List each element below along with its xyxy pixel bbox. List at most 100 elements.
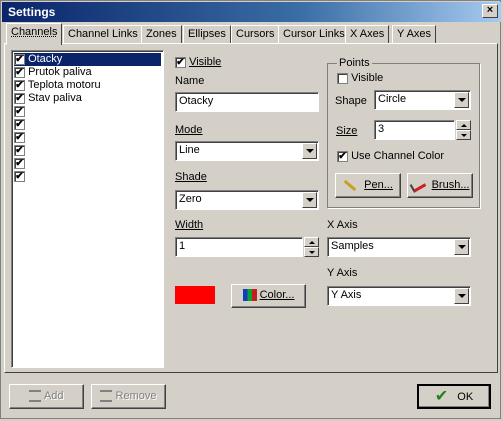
shape-select[interactable]: Circle bbox=[374, 90, 471, 110]
tab-ellipses[interactable]: Ellipses bbox=[183, 25, 231, 44]
brush-button[interactable]: Brush... bbox=[407, 173, 473, 198]
pen-button[interactable]: Pen... bbox=[335, 173, 401, 198]
tab-label: Y Axes bbox=[397, 28, 432, 40]
color-button[interactable]: Color... bbox=[231, 284, 306, 308]
y-axis-value: Y Axis bbox=[331, 289, 362, 301]
checkbox[interactable]: ✔ bbox=[14, 105, 25, 117]
check-icon: ✔ bbox=[15, 105, 24, 117]
list-item[interactable]: ✔ Prutok paliva bbox=[14, 66, 92, 79]
check-icon: ✔ bbox=[15, 157, 24, 169]
checkbox[interactable]: ✔ bbox=[14, 170, 25, 182]
list-item[interactable]: ✔ Stav paliva bbox=[14, 92, 82, 105]
list-item-label: Stav paliva bbox=[28, 92, 82, 104]
shape-label: Shape bbox=[335, 95, 367, 107]
width-label: Width bbox=[175, 219, 204, 231]
tab-label: Cursor Links bbox=[283, 28, 345, 40]
check-icon: ✔ bbox=[176, 56, 185, 68]
tab-y-axes[interactable]: Y Axes bbox=[392, 25, 437, 44]
list-item-label: Otacky bbox=[28, 53, 63, 65]
list-item[interactable]: ✔ bbox=[14, 144, 25, 157]
title-bar[interactable]: Settings × bbox=[2, 2, 501, 22]
width-input[interactable]: 1 bbox=[175, 237, 303, 257]
checkbox[interactable]: ✔ bbox=[14, 131, 25, 143]
mode-select[interactable]: Line bbox=[175, 141, 319, 161]
size-label: Size bbox=[336, 125, 358, 137]
pencil-icon bbox=[343, 179, 357, 191]
x-axis-select[interactable]: Samples bbox=[327, 237, 471, 257]
list-item[interactable]: ✔ Teplota motoru bbox=[14, 79, 101, 92]
list-item[interactable]: ✔ bbox=[14, 105, 25, 118]
add-channel-icon bbox=[29, 390, 42, 403]
size-spinner[interactable] bbox=[456, 120, 471, 140]
shape-value: Circle bbox=[378, 93, 407, 105]
size-down-button[interactable] bbox=[456, 130, 471, 140]
tab-cursor-links[interactable]: Cursor Links bbox=[278, 25, 350, 44]
crayons-icon bbox=[242, 289, 257, 302]
channel-list[interactable]: ✔ Otacky ✔ Prutok paliva ✔ Teplota motor… bbox=[11, 50, 164, 368]
checkbox[interactable]: ✔ bbox=[14, 144, 25, 156]
chevron-down-icon bbox=[458, 294, 466, 298]
mode-dropdown-button[interactable] bbox=[302, 143, 317, 159]
shade-dropdown-button[interactable] bbox=[302, 192, 317, 208]
check-icon: ✔ bbox=[15, 118, 24, 130]
x-axis-dropdown-button[interactable] bbox=[454, 239, 469, 255]
list-item[interactable]: ✔ Otacky bbox=[14, 53, 161, 66]
list-item-label: Prutok paliva bbox=[28, 66, 92, 78]
shape-dropdown-button[interactable] bbox=[454, 92, 469, 108]
checkbox[interactable]: ✔ bbox=[14, 66, 25, 78]
chevron-down-icon bbox=[458, 245, 466, 249]
points-visible-row[interactable]: Visible bbox=[337, 72, 383, 84]
checkbox[interactable]: ✔ bbox=[14, 53, 25, 65]
check-icon: ✔ bbox=[15, 79, 24, 91]
checkbox[interactable]: ✔ bbox=[14, 157, 25, 169]
name-input[interactable]: Otacky bbox=[175, 92, 319, 112]
tab-channel-links[interactable]: Channel Links bbox=[63, 25, 143, 44]
y-axis-label: Y Axis bbox=[327, 267, 358, 279]
tab-zones[interactable]: Zones bbox=[141, 25, 182, 44]
tab-cursors[interactable]: Cursors bbox=[231, 25, 280, 44]
arrow-up-icon bbox=[309, 241, 315, 244]
use-channel-color-row[interactable]: ✔ Use Channel Color bbox=[337, 150, 444, 162]
checkbox[interactable]: ✔ bbox=[14, 92, 25, 104]
tab-label: Channel Links bbox=[68, 28, 138, 40]
visible-checkbox-row[interactable]: ✔ Visible bbox=[175, 56, 221, 68]
color-swatch bbox=[175, 286, 215, 304]
check-icon: ✔ bbox=[15, 131, 24, 143]
list-item-label: Teplota motoru bbox=[27, 79, 101, 91]
width-spinner[interactable] bbox=[304, 237, 319, 257]
chevron-down-icon bbox=[306, 198, 314, 202]
visible-checkbox[interactable]: ✔ bbox=[175, 56, 186, 68]
size-up-button[interactable] bbox=[456, 120, 471, 130]
list-item[interactable]: ✔ bbox=[14, 131, 25, 144]
points-visible-checkbox[interactable] bbox=[337, 72, 348, 84]
color-button-label: Color... bbox=[259, 289, 295, 301]
check-icon: ✔ bbox=[15, 66, 24, 78]
width-down-button[interactable] bbox=[304, 247, 319, 257]
use-channel-color-label: Use Channel Color bbox=[351, 150, 444, 162]
tab-x-axes[interactable]: X Axes bbox=[345, 25, 390, 44]
list-item[interactable]: ✔ bbox=[14, 118, 25, 131]
chevron-down-icon bbox=[306, 149, 314, 153]
size-input[interactable]: 3 bbox=[374, 120, 455, 140]
use-channel-color-checkbox[interactable]: ✔ bbox=[337, 150, 348, 162]
add-button[interactable]: Add bbox=[9, 384, 84, 409]
points-visible-label: Visible bbox=[351, 72, 384, 84]
width-up-button[interactable] bbox=[304, 237, 319, 247]
tab-channels[interactable]: Channels bbox=[6, 23, 63, 45]
close-button[interactable]: × bbox=[482, 4, 498, 18]
ok-button[interactable]: ✔ OK bbox=[417, 384, 491, 409]
remove-button[interactable]: Remove bbox=[91, 384, 166, 409]
shade-select[interactable]: Zero bbox=[175, 190, 319, 210]
mode-value: Line bbox=[179, 144, 200, 156]
y-axis-dropdown-button[interactable] bbox=[454, 288, 469, 304]
y-axis-select[interactable]: Y Axis bbox=[327, 286, 471, 306]
checkmark-icon: ✔ bbox=[434, 388, 449, 406]
checkbox[interactable]: ✔ bbox=[14, 79, 25, 91]
chevron-down-icon bbox=[458, 98, 466, 102]
list-item[interactable]: ✔ bbox=[14, 170, 25, 183]
checkbox[interactable]: ✔ bbox=[14, 118, 25, 130]
arrow-down-icon bbox=[309, 251, 315, 254]
name-label: Name bbox=[175, 75, 205, 87]
list-item[interactable]: ✔ bbox=[14, 157, 25, 170]
shade-label: Shade bbox=[175, 171, 207, 183]
